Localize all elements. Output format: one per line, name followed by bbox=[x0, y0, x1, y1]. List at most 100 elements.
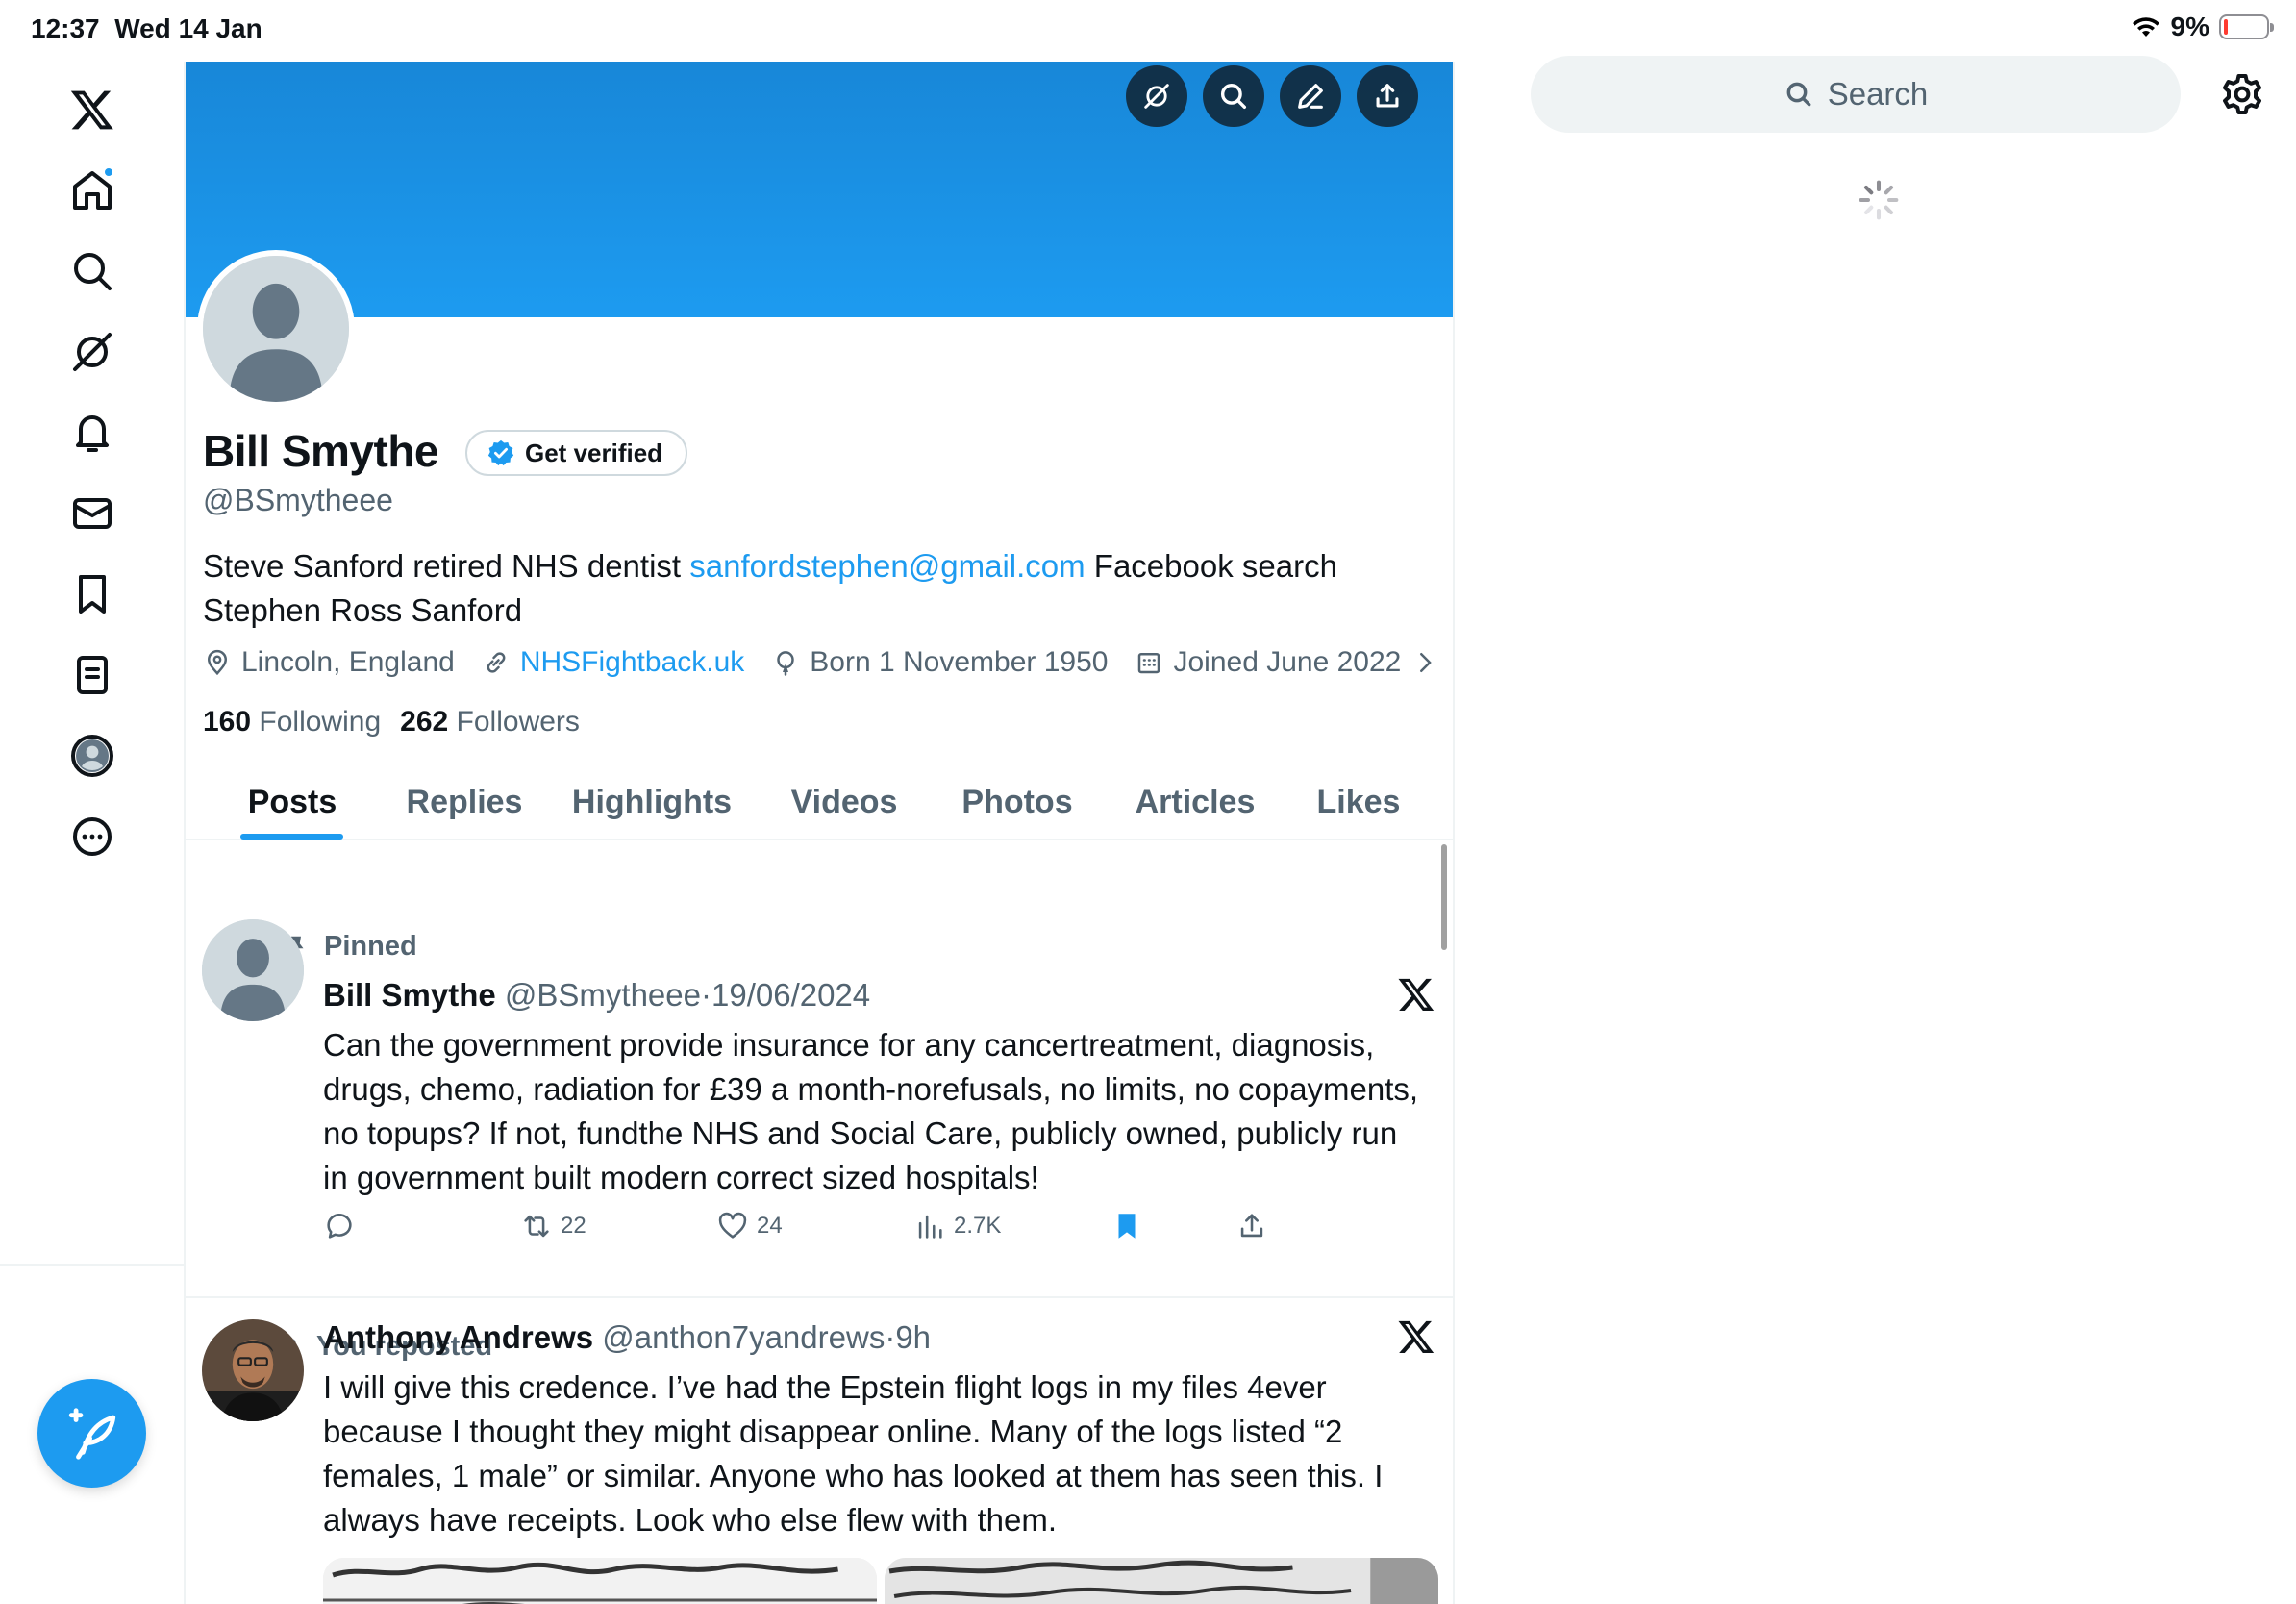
scanned-document-image bbox=[323, 1558, 877, 1604]
grok-icon bbox=[1144, 84, 1169, 109]
battery-icon bbox=[2219, 14, 2274, 39]
lists-icon[interactable] bbox=[61, 643, 124, 707]
reply-icon bbox=[327, 1214, 352, 1239]
share-post-button[interactable] bbox=[1235, 1210, 1268, 1242]
bio-email-link[interactable]: sanfordstephen@gmail.com bbox=[689, 548, 1085, 584]
views-count: 2.7K bbox=[954, 1213, 1002, 1239]
share-icon bbox=[1376, 84, 1399, 108]
grok-icon[interactable] bbox=[61, 320, 124, 384]
active-tab-indicator bbox=[240, 834, 343, 840]
settings-gear-icon[interactable] bbox=[2219, 71, 2265, 117]
pencil-icon bbox=[1298, 84, 1323, 109]
post-handle[interactable]: @anthon7yandrews bbox=[602, 1319, 885, 1355]
retweet-button[interactable]: 22 bbox=[520, 1210, 716, 1242]
post-actions: 22 24 2.7K bbox=[323, 1210, 1268, 1242]
profile-bio: Steve Sanford retired NHS dentist sanfor… bbox=[203, 548, 1337, 628]
post-text: Can the government provide insurance for… bbox=[323, 1027, 1419, 1195]
nav-divider bbox=[0, 1264, 186, 1266]
tab-highlights[interactable]: Highlights bbox=[565, 764, 738, 840]
status-bar: 12:37 Wed 14 Jan 9% bbox=[0, 0, 2296, 62]
tab-photos[interactable]: Photos bbox=[945, 764, 1089, 840]
profile-search-button[interactable] bbox=[1203, 65, 1264, 127]
post-author[interactable]: Anthony Andrews bbox=[323, 1319, 593, 1355]
tab-likes[interactable]: Likes bbox=[1296, 764, 1421, 840]
x-logo-icon bbox=[1398, 1320, 1435, 1353]
calendar-icon bbox=[1138, 653, 1160, 674]
location: Lincoln, England bbox=[203, 646, 455, 679]
avatar[interactable] bbox=[202, 919, 304, 1021]
link-icon bbox=[487, 652, 506, 673]
x-logo-icon bbox=[1398, 978, 1435, 1011]
status-right: 9% bbox=[2131, 12, 2274, 42]
tab-videos[interactable]: Videos bbox=[772, 764, 916, 840]
retweet-count: 22 bbox=[561, 1213, 586, 1239]
status-time: 12:37 Wed 14 Jan bbox=[31, 13, 262, 43]
get-verified-button[interactable]: Get verified bbox=[465, 430, 688, 476]
joined-date[interactable]: Joined June 2022 bbox=[1135, 646, 1401, 679]
views-button[interactable]: 2.7K bbox=[913, 1210, 1111, 1242]
tab-posts[interactable]: Posts bbox=[220, 764, 364, 840]
feather-plus-icon bbox=[68, 1407, 115, 1460]
profile-meta: Lincoln, England NHSFightback.uk Born 1 … bbox=[203, 646, 1439, 679]
profile-tabs: Posts Replies Highlights Videos Photos A… bbox=[186, 764, 1453, 840]
birthday: Born 1 November 1950 bbox=[771, 646, 1108, 679]
flight-log-image[interactable] bbox=[885, 1558, 1438, 1604]
search-icon[interactable] bbox=[61, 239, 124, 303]
following-link[interactable]: 160 Following bbox=[203, 706, 381, 739]
edit-profile-button[interactable] bbox=[1280, 65, 1341, 127]
get-verified-label: Get verified bbox=[525, 438, 663, 467]
search-placeholder: Search bbox=[1827, 76, 1929, 112]
compose-post-button[interactable] bbox=[37, 1379, 146, 1488]
bookmark-icon[interactable] bbox=[61, 563, 124, 626]
post-header: Anthony Andrews @anthon7yandrews·9h bbox=[323, 1319, 932, 1355]
post-handle[interactable]: @BSmytheee bbox=[505, 977, 701, 1013]
profile-name: Bill Smythe bbox=[203, 426, 439, 476]
reply-button[interactable] bbox=[323, 1210, 520, 1242]
default-avatar-icon bbox=[203, 256, 349, 402]
grok-button[interactable] bbox=[1126, 65, 1187, 127]
post-time[interactable]: 19/06/2024 bbox=[711, 977, 870, 1013]
home-icon[interactable] bbox=[61, 159, 124, 222]
like-button[interactable]: 24 bbox=[716, 1210, 913, 1242]
messages-envelope-icon[interactable] bbox=[61, 482, 124, 545]
profile-main: Bill Smythe Get verified @BSmytheee Stev… bbox=[186, 62, 1455, 1604]
flight-log-image[interactable] bbox=[323, 1558, 877, 1604]
bookmark-button[interactable] bbox=[1111, 1210, 1235, 1242]
profile-avatar[interactable] bbox=[197, 250, 355, 408]
verified-badge-icon bbox=[487, 439, 514, 466]
share-button[interactable] bbox=[1357, 65, 1418, 127]
notification-dot bbox=[103, 166, 114, 178]
post-media[interactable] bbox=[323, 1558, 1438, 1604]
followers-link[interactable]: 262 Followers bbox=[400, 706, 580, 739]
profile-handle: @BSmytheee bbox=[203, 483, 393, 517]
banner-actions bbox=[1126, 65, 1418, 127]
search-icon bbox=[1220, 83, 1247, 110]
views-chart-icon bbox=[918, 1215, 942, 1239]
location-pin-icon bbox=[207, 649, 228, 676]
tab-replies[interactable]: Replies bbox=[392, 764, 537, 840]
heart-icon bbox=[718, 1212, 747, 1239]
like-count: 24 bbox=[757, 1213, 783, 1239]
more-icon[interactable] bbox=[61, 805, 124, 868]
avatar[interactable] bbox=[202, 1319, 304, 1421]
user-photo-avatar bbox=[202, 1319, 304, 1421]
loading-spinner-icon bbox=[1859, 180, 1899, 220]
wifi-icon bbox=[2132, 17, 2159, 37]
tab-articles[interactable]: Articles bbox=[1118, 764, 1272, 840]
profile-icon[interactable] bbox=[61, 724, 124, 788]
balloon-icon bbox=[777, 651, 795, 676]
battery-percent: 9% bbox=[2170, 12, 2209, 41]
left-nav bbox=[0, 62, 186, 1604]
pinned-post[interactable]: Pinned Bill Smythe @BSmytheee·19/06/2024… bbox=[186, 842, 1453, 1296]
website[interactable]: NHSFightback.uk bbox=[482, 646, 744, 679]
scanned-document-image bbox=[885, 1558, 1438, 1604]
x-logo-icon[interactable] bbox=[61, 78, 124, 141]
search-icon bbox=[1786, 82, 1811, 107]
post-time[interactable]: 9h bbox=[895, 1319, 931, 1355]
post-author[interactable]: Bill Smythe bbox=[323, 977, 496, 1013]
retweet-icon bbox=[524, 1215, 549, 1238]
search-input[interactable]: Search bbox=[1531, 56, 2181, 133]
chevron-right-icon[interactable] bbox=[1410, 648, 1439, 677]
notifications-bell-icon[interactable] bbox=[61, 401, 124, 464]
bookmark-filled-icon bbox=[1118, 1214, 1136, 1239]
